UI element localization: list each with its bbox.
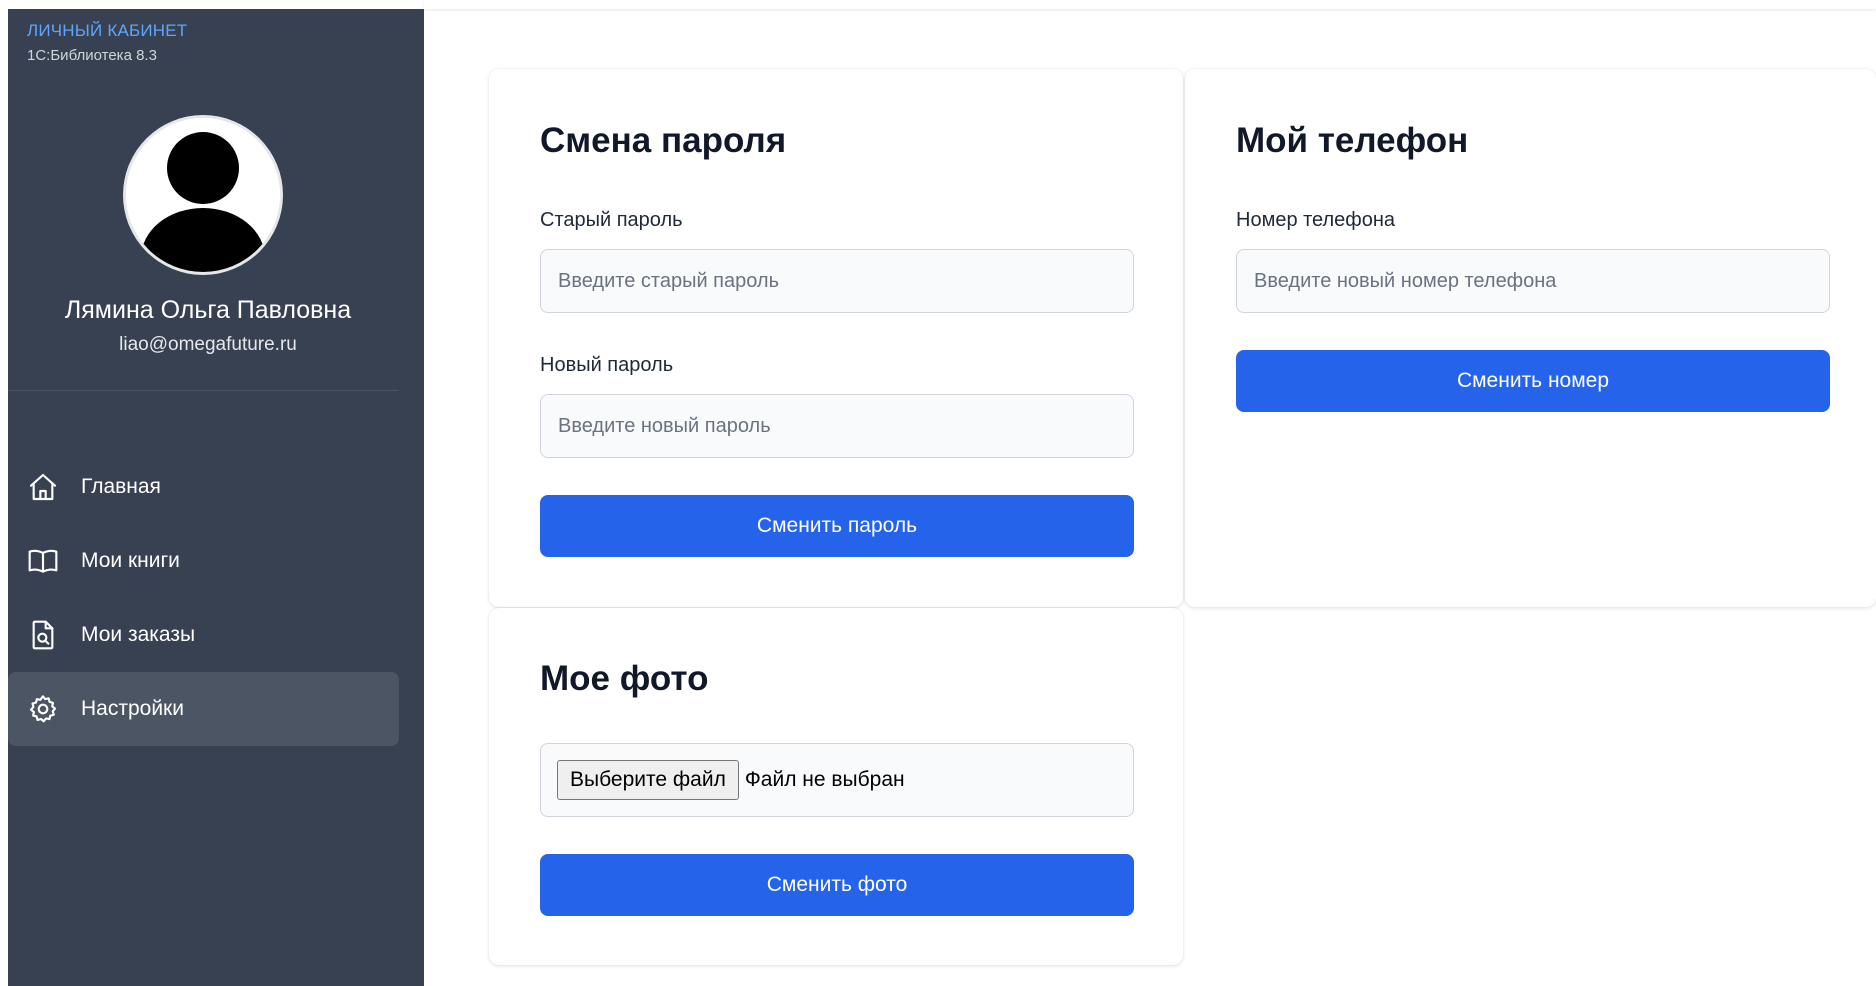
window-edge <box>0 0 8 986</box>
card-title: Смена пароля <box>540 121 787 160</box>
new-password-label: Новый пароль <box>540 354 674 376</box>
sidebar-item-label: Мои заказы <box>81 623 196 646</box>
sidebar-nav: Главная Мои книги Мои заказы Настройки <box>8 450 399 746</box>
card-title: Мое фото <box>540 659 709 698</box>
change-photo-button[interactable]: Сменить фото <box>540 854 1134 916</box>
sidebar-item-label: Мои книги <box>81 549 180 572</box>
top-bar <box>424 0 1876 9</box>
avatar <box>126 118 280 272</box>
change-password-button[interactable]: Сменить пароль <box>540 495 1134 557</box>
change-phone-button[interactable]: Сменить номер <box>1236 350 1830 412</box>
password-card: Смена пароля Старый пароль Новый пароль … <box>489 69 1183 607</box>
brand-title[interactable]: ЛИЧНЫЙ КАБИНЕТ <box>27 21 187 41</box>
sidebar-item-home[interactable]: Главная <box>8 450 399 524</box>
brand-subtitle: 1С:Библиотека 8.3 <box>27 47 157 64</box>
sidebar-item-my-orders[interactable]: Мои заказы <box>8 598 399 672</box>
sidebar-item-settings[interactable]: Настройки <box>8 672 399 746</box>
home-icon <box>27 471 59 503</box>
sidebar-divider <box>8 390 399 391</box>
user-silhouette-icon <box>126 118 280 272</box>
user-email: liao@omegafuture.ru <box>119 334 297 355</box>
old-password-label: Старый пароль <box>540 209 683 231</box>
photo-card: Мое фото Выберите файл Файл не выбран См… <box>489 608 1183 965</box>
phone-label: Номер телефона <box>1236 209 1396 231</box>
phone-input[interactable] <box>1236 249 1830 313</box>
phone-card: Мой телефон Номер телефона Сменить номер <box>1185 69 1876 607</box>
sidebar: ЛИЧНЫЙ КАБИНЕТ 1С:Библиотека 8.3 Лямина … <box>8 9 424 986</box>
new-password-input[interactable] <box>540 394 1134 458</box>
book-open-icon <box>27 545 59 577</box>
gear-icon <box>27 693 59 725</box>
choose-file-button[interactable]: Выберите файл <box>557 760 739 800</box>
document-search-icon <box>27 619 59 651</box>
card-title: Мой телефон <box>1236 121 1469 160</box>
old-password-input[interactable] <box>540 249 1134 313</box>
file-status: Файл не выбран <box>744 768 905 791</box>
user-name: Лямина Ольга Павловна <box>64 296 352 324</box>
file-picker: Выберите файл Файл не выбран <box>540 743 1134 817</box>
sidebar-item-my-books[interactable]: Мои книги <box>8 524 399 598</box>
sidebar-item-label: Настройки <box>81 697 184 720</box>
sidebar-item-label: Главная <box>81 475 161 498</box>
